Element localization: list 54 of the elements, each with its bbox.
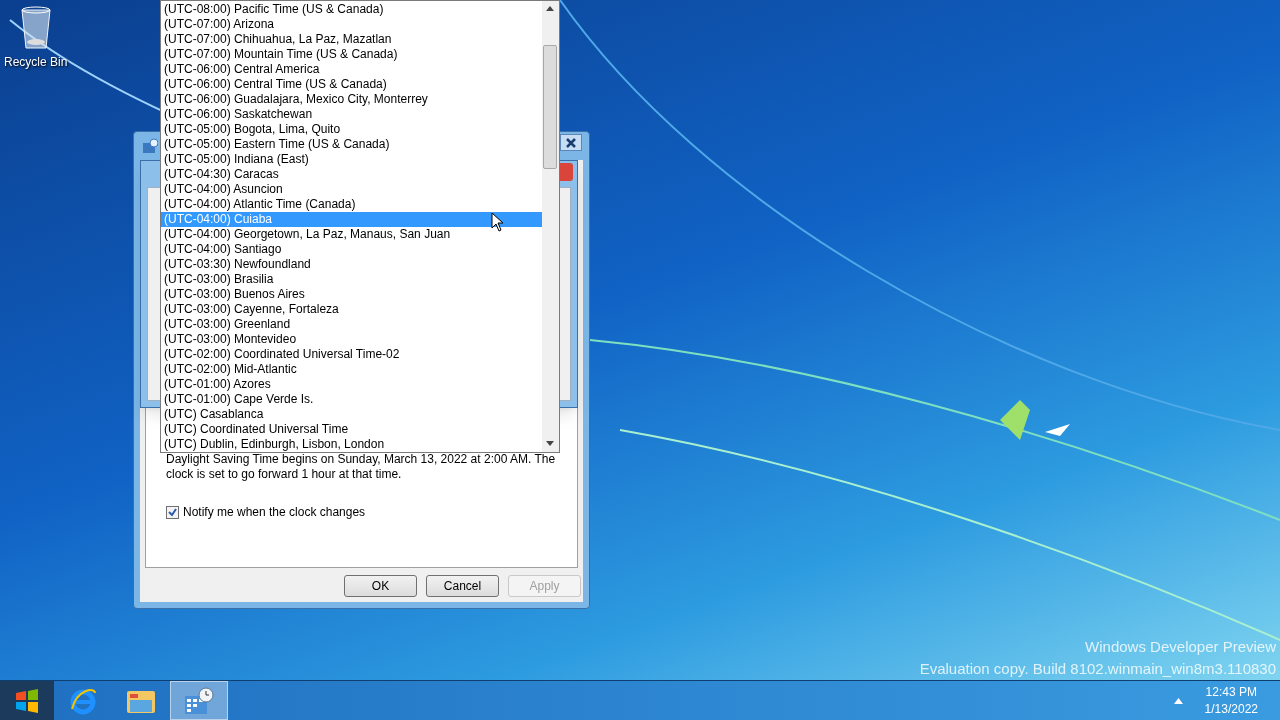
timezone-option[interactable]: (UTC-03:30) Newfoundland (161, 257, 542, 272)
calendar-clock-icon (184, 686, 214, 715)
scroll-down-icon[interactable] (546, 441, 554, 446)
timezone-option[interactable]: (UTC-06:00) Central Time (US & Canada) (161, 77, 542, 92)
dialog-button[interactable]: OK (344, 575, 417, 597)
dialog-button[interactable]: Cancel (426, 575, 499, 597)
start-button[interactable] (0, 681, 54, 720)
timezone-option[interactable]: (UTC-05:00) Indiana (East) (161, 152, 542, 167)
timezone-option[interactable]: (UTC-04:00) Atlantic Time (Canada) (161, 197, 542, 212)
timezone-option[interactable]: (UTC-08:00) Pacific Time (US & Canada) (161, 2, 542, 17)
clock-settings-icon (142, 138, 158, 154)
timezone-option[interactable]: (UTC-03:00) Cayenne, Fortaleza (161, 302, 542, 317)
close-icon (566, 138, 576, 148)
timezone-option[interactable]: (UTC-02:00) Mid-Atlantic (161, 362, 542, 377)
scroll-thumb[interactable] (543, 45, 557, 169)
timezone-option[interactable]: (UTC-06:00) Guadalajara, Mexico City, Monterrey (161, 92, 542, 107)
timezone-option[interactable]: (UTC-03:00) Greenland (161, 317, 542, 332)
desktop-icon-label[interactable]: Recycle Bin (4, 53, 68, 71)
timezone-option[interactable]: (UTC) Coordinated Universal Time (161, 422, 542, 437)
clock-date: 1/13/2022 (1204, 700, 1258, 718)
watermark-text: Windows Developer Preview (1085, 637, 1276, 657)
timezone-option[interactable]: (UTC-07:00) Chihuahua, La Paz, Mazatlan (161, 32, 542, 47)
timezone-option[interactable]: (UTC-05:00) Bogota, Lima, Quito (161, 122, 542, 137)
timezone-option[interactable]: (UTC-04:00) Santiago (161, 242, 542, 257)
timezone-option[interactable]: (UTC-06:00) Central America (161, 62, 542, 77)
show-hidden-icons-icon[interactable] (1173, 697, 1183, 704)
timezone-option[interactable]: (UTC-04:00) Asuncion (161, 182, 542, 197)
timezone-option[interactable]: (UTC-06:00) Saskatchewan (161, 107, 542, 122)
calendar-taskbar-button[interactable] (170, 681, 228, 720)
browser-icon (69, 686, 97, 715)
timezone-option[interactable]: (UTC-04:00) Georgetown, La Paz, Manaus, San Juan (161, 227, 542, 242)
close-button[interactable] (560, 134, 582, 151)
timezone-option[interactable]: (UTC-03:00) Brasilia (161, 272, 542, 287)
daylight-saving-info-text: Daylight Saving Time begins on Sunday, March 13, 2022 at 2:00 AM. The clock is set to go forward 1 hour at that time. (166, 452, 557, 482)
timezone-option[interactable]: (UTC-01:00) Cape Verde Is. (161, 392, 542, 407)
checkbox[interactable] (166, 505, 179, 519)
windows-logo-icon (14, 687, 40, 714)
timezone-option[interactable]: (UTC-02:00) Coordinated Universal Time-02 (161, 347, 542, 362)
recycle-bin-icon[interactable] (18, 6, 53, 50)
scrollbar[interactable] (542, 1, 559, 452)
timezone-option[interactable]: (UTC-01:00) Azores (161, 377, 542, 392)
timezone-option[interactable]: (UTC-04:30) Caracas (161, 167, 542, 182)
checkbox-label[interactable]: Notify me when the clock changes (183, 503, 366, 521)
watermark-text: Evaluation copy. Build 8102.winmain_win8m3.110830 (919, 659, 1276, 679)
clock-time: 12:43 PM (1205, 683, 1257, 701)
timezone-option[interactable]: (UTC-07:00) Arizona (161, 17, 542, 32)
timezone-option[interactable]: (UTC-03:00) Montevideo (161, 332, 542, 347)
scroll-up-icon[interactable] (546, 6, 554, 11)
timezone-option[interactable]: (UTC-07:00) Mountain Time (US & Canada) (161, 47, 542, 62)
timezone-option[interactable]: (UTC) Casablanca (161, 407, 542, 422)
mouse-pointer-icon (491, 212, 504, 232)
timezone-option[interactable]: (UTC) Dublin, Edinburgh, Lisbon, London (161, 437, 542, 452)
timezone-option[interactable]: (UTC-03:00) Buenos Aires (161, 287, 542, 302)
timezone-option[interactable]: (UTC-05:00) Eastern Time (US & Canada) (161, 137, 542, 152)
